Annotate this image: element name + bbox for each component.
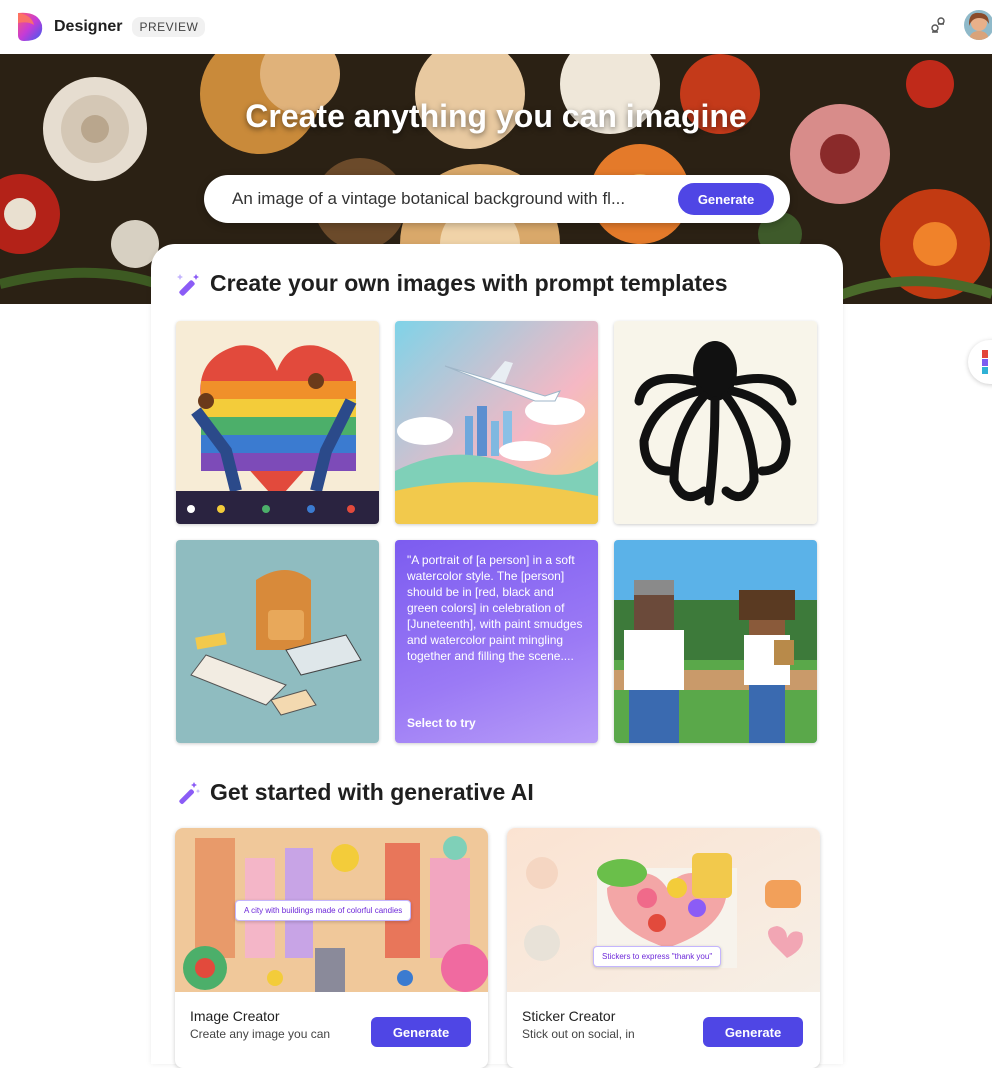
top-bar: Designer PREVIEW <box>0 0 992 54</box>
image-creator-preview: A city with buildings made of colorful c… <box>175 828 488 992</box>
generate-button[interactable]: Generate <box>678 183 774 215</box>
preview-badge: PREVIEW <box>132 17 206 37</box>
designer-logo-icon[interactable] <box>16 11 44 43</box>
prompt-input-box[interactable]: An image of a vintage botanical backgrou… <box>204 175 790 223</box>
template-tile-pixel-art[interactable] <box>614 540 817 743</box>
sticker-creator-card[interactable]: Stickers to express "thank you" Sticker … <box>507 828 820 1068</box>
sticker-creator-preview: Stickers to express "thank you" <box>507 828 820 992</box>
share-icon[interactable] <box>928 15 948 35</box>
template-tile-octopus[interactable] <box>614 321 817 524</box>
template-tile-text-prompt[interactable]: "A portrait of [a person] in a soft wate… <box>395 540 598 743</box>
hero-title: Create anything you can imagine <box>245 98 747 134</box>
sticker-creator-description: Stick out on social, in <box>522 1027 635 1041</box>
template-tile-backpack[interactable] <box>176 540 379 743</box>
sticker-creator-sample-prompt: Stickers to express "thank you" <box>593 946 722 967</box>
generative-section-title: Get started with generative AI <box>175 779 534 806</box>
image-creator-sample-prompt: A city with buildings made of colorful c… <box>235 900 412 921</box>
user-avatar[interactable] <box>964 10 992 40</box>
image-creator-label: Image Creator <box>190 1008 280 1024</box>
sticker-creator-generate-button[interactable]: Generate <box>703 1017 803 1047</box>
select-to-try-link[interactable]: Select to try <box>407 715 476 731</box>
template-tile-airplane[interactable] <box>395 321 598 524</box>
image-creator-description: Create any image you can <box>190 1027 331 1041</box>
templates-title-text: Create your own images with prompt templ… <box>210 270 728 296</box>
top-right-actions <box>928 10 992 40</box>
generative-title-text: Get started with generative AI <box>210 779 534 805</box>
sticker-creator-label: Sticker Creator <box>522 1008 616 1024</box>
brand-name[interactable]: Designer <box>54 18 122 36</box>
magic-wand-icon <box>175 780 201 806</box>
template-tile-rainbow-heart[interactable] <box>176 321 379 524</box>
side-panel-toggle[interactable] <box>968 340 992 384</box>
image-creator-card[interactable]: A city with buildings made of colorful c… <box>175 828 488 1068</box>
templates-section-title: Create your own images with prompt templ… <box>175 270 728 297</box>
content-panel: Create your own images with prompt templ… <box>151 244 843 1068</box>
template-prompt-text: "A portrait of [a person] in a soft wate… <box>407 553 583 663</box>
prompt-input[interactable]: An image of a vintage botanical backgrou… <box>232 189 662 209</box>
magic-wand-icon <box>175 271 201 297</box>
image-creator-generate-button[interactable]: Generate <box>371 1017 471 1047</box>
